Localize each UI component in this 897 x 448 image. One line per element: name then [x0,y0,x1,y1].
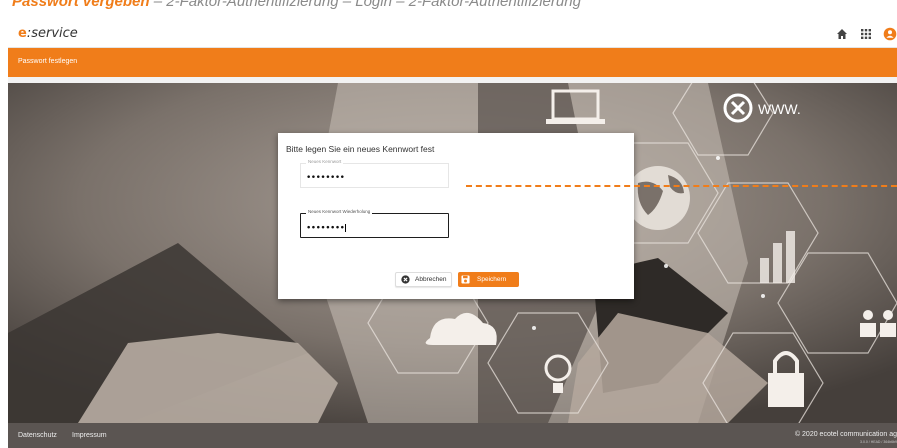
imprint-link[interactable]: Impressum [72,432,107,439]
www-overlay-text: WWW. [758,101,801,117]
page-title: Passwort festlegen [18,58,78,65]
dialog-title: Bitte legen Sie ein neues Kennwort fest [286,144,435,154]
cancel-button[interactable]: Abbrechen [395,272,452,287]
save-button[interactable]: Speichern [458,272,519,287]
page-footer: Datenschutz Impressum © 2020 ecotel comm… [8,423,897,448]
annotation-dashed-line [466,185,897,187]
document-caption: Passwort vergeben – 2-Faktor-Authentifiz… [0,0,897,13]
user-icon[interactable] [883,27,897,41]
repeat-password-field[interactable]: Neues Kennwort Wiederholung •••••••• [300,209,449,238]
caption-accent: Passwort vergeben [12,0,150,10]
home-icon[interactable] [835,27,849,41]
copyright-text: © 2020 ecotel communication ag [794,431,897,438]
new-password-value[interactable]: •••••••• [306,174,345,183]
set-password-dialog: Bitte legen Sie ein neues Kennwort fest … [278,133,634,299]
top-icon-group [835,26,897,42]
screen: Passwort vergeben – 2-Faktor-Authentifiz… [0,0,897,448]
repeat-password-value[interactable]: •••••••• [306,224,345,234]
caption-rest: – 2-Faktor-Authentifizierung – Login – 2… [149,0,581,10]
new-password-label: Neues Kennwort [306,159,344,164]
app-logo[interactable]: e:service [18,26,78,41]
close-circle-icon [401,275,410,284]
version-text: 3.0.0 / HEAD / 364b6b9 [860,440,897,444]
cancel-button-label: Abbrechen [415,276,447,283]
text-cursor [345,224,347,232]
privacy-link[interactable]: Datenschutz [18,432,57,439]
repeat-password-label: Neues Kennwort Wiederholung [306,209,373,214]
save-button-label: Speichern [477,276,507,283]
apps-grid-icon[interactable] [859,27,873,41]
top-navigation-bar: e:service [8,20,897,48]
new-password-field[interactable]: Neues Kennwort •••••••• [300,159,449,188]
save-disk-icon [461,275,470,284]
page-title-bar: Passwort festlegen [8,48,897,77]
